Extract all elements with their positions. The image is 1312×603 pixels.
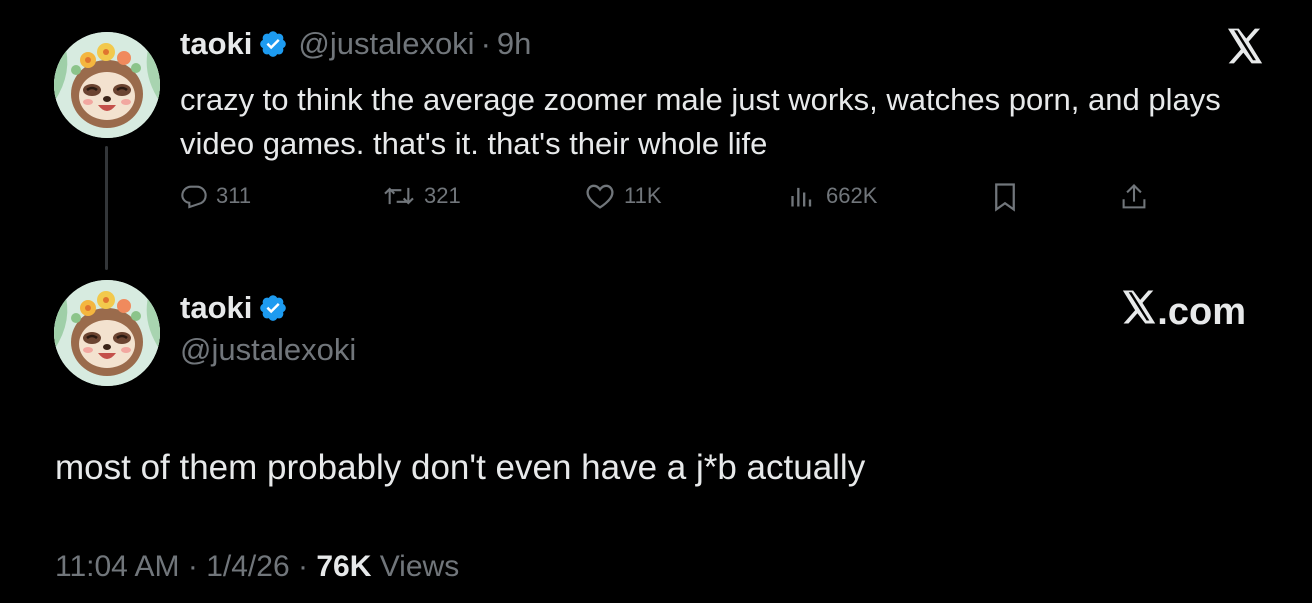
author-name[interactable]: taoki [180, 290, 252, 326]
verified-badge-icon [258, 29, 288, 59]
like-count: 11K [624, 183, 662, 208]
reply-count: 311 [216, 183, 252, 208]
like-button[interactable]: 11K [584, 182, 662, 210]
tweet-meta: 11:04 AM · 1/4/26 · 76K Views [55, 550, 459, 584]
reply-header: taoki [180, 290, 288, 326]
reply-button[interactable]: 311 [180, 182, 251, 210]
author-name[interactable]: taoki [180, 26, 252, 62]
separator-dot: · [480, 26, 491, 61]
x-logo-icon[interactable] [1226, 28, 1264, 69]
x-com-branding: .com [1121, 290, 1246, 334]
author-handle[interactable]: @justalexoki [298, 26, 474, 62]
date[interactable]: 1/4/26 [206, 550, 289, 583]
author-handle[interactable]: @justalexoki [180, 332, 356, 368]
repost-icon [382, 182, 416, 210]
views-label: Views [379, 550, 460, 583]
separator-dot: · [187, 550, 198, 583]
thread-line [105, 146, 108, 270]
verified-badge-icon [258, 293, 288, 323]
bookmark-button[interactable] [992, 182, 1018, 212]
tweet-header: taoki @justalexoki · 9h [180, 26, 531, 62]
analytics-icon [788, 182, 818, 210]
reply-icon [180, 182, 208, 210]
share-button[interactable] [1120, 182, 1148, 212]
xcom-suffix: .com [1157, 290, 1246, 333]
timestamp[interactable]: 11:04 AM [55, 550, 180, 583]
heart-icon [584, 182, 616, 210]
separator-dot: · [297, 550, 308, 583]
share-icon [1120, 182, 1148, 212]
repost-count: 321 [424, 183, 461, 208]
views-count: 662K [826, 183, 878, 208]
relative-time[interactable]: 9h [497, 26, 531, 62]
bookmark-icon [992, 182, 1018, 212]
views-count: 76K [316, 550, 372, 583]
x-logo-icon [1121, 290, 1157, 334]
views-button[interactable]: 662K [788, 182, 877, 210]
repost-button[interactable]: 321 [382, 182, 461, 210]
tweet-text: crazy to think the average zoomer male j… [180, 82, 1221, 161]
avatar[interactable] [54, 32, 160, 138]
reply-text: most of them probably don't even have a … [55, 448, 866, 487]
avatar[interactable] [54, 280, 160, 386]
tweet-actions: 311 321 11K 662K [180, 182, 1160, 222]
